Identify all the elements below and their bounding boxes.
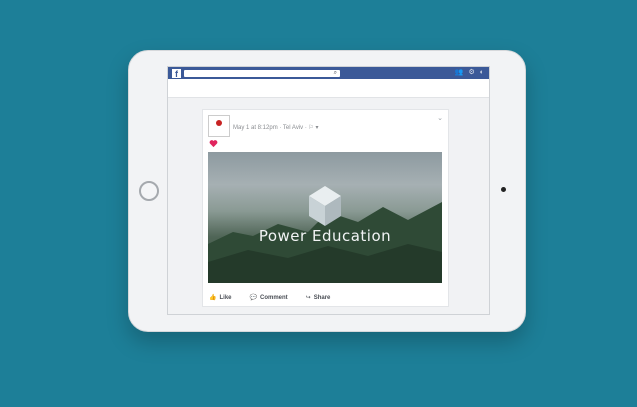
- tablet-frame: f ⌕ 👥 ⚙ ◐ May 1 at 8:12pm · Tel Aviv · ⚐…: [128, 50, 526, 332]
- avatar[interactable]: [208, 115, 230, 137]
- brand-text: Power Education: [258, 227, 392, 245]
- post-actions: 👍 Like 💬 Comment ↪ Share: [209, 294, 330, 301]
- like-button[interactable]: 👍 Like: [209, 294, 232, 301]
- gear-icon[interactable]: ⚙: [468, 69, 474, 77]
- mountain-scene: [208, 186, 442, 283]
- like-label: Like: [219, 295, 232, 301]
- top-bar-icons: 👥 ⚙ ◐: [455, 69, 484, 77]
- post-meta-text: May 1 at 8:12pm · Tel Aviv ·: [233, 125, 307, 131]
- search-icon[interactable]: ⌕: [334, 69, 337, 77]
- screen: f ⌕ 👥 ⚙ ◐ May 1 at 8:12pm · Tel Aviv · ⚐…: [167, 66, 490, 315]
- facebook-logo-icon[interactable]: f: [172, 68, 181, 79]
- share-button[interactable]: ↪ Share: [306, 294, 331, 301]
- comment-label: Comment: [259, 295, 288, 301]
- thumbs-up-icon: 👍: [209, 295, 217, 301]
- post-image[interactable]: Power Education: [208, 152, 442, 283]
- camera: [501, 187, 506, 192]
- home-button[interactable]: [139, 181, 159, 201]
- post-menu-icon[interactable]: ⌄: [437, 114, 443, 122]
- search-input[interactable]: ⌕: [184, 69, 340, 77]
- heart-icon: [209, 140, 218, 148]
- globe-icon: ⚐: [308, 125, 314, 131]
- post-meta: May 1 at 8:12pm · Tel Aviv · ⚐ ▾: [233, 124, 319, 131]
- share-icon: ↪: [305, 295, 311, 301]
- comment-icon: 💬: [249, 295, 257, 301]
- post-card: May 1 at 8:12pm · Tel Aviv · ⚐ ▾ ⌄ Power…: [202, 109, 449, 307]
- facebook-top-bar: f ⌕ 👥 ⚙ ◐: [168, 67, 489, 79]
- chevron-down-icon[interactable]: ▾: [316, 125, 319, 131]
- friends-icon[interactable]: 👥: [455, 69, 464, 77]
- share-label: Share: [313, 295, 331, 301]
- profile-icon[interactable]: ◐: [480, 69, 484, 77]
- sub-bar: [168, 79, 489, 98]
- comment-button[interactable]: 💬 Comment: [250, 294, 288, 301]
